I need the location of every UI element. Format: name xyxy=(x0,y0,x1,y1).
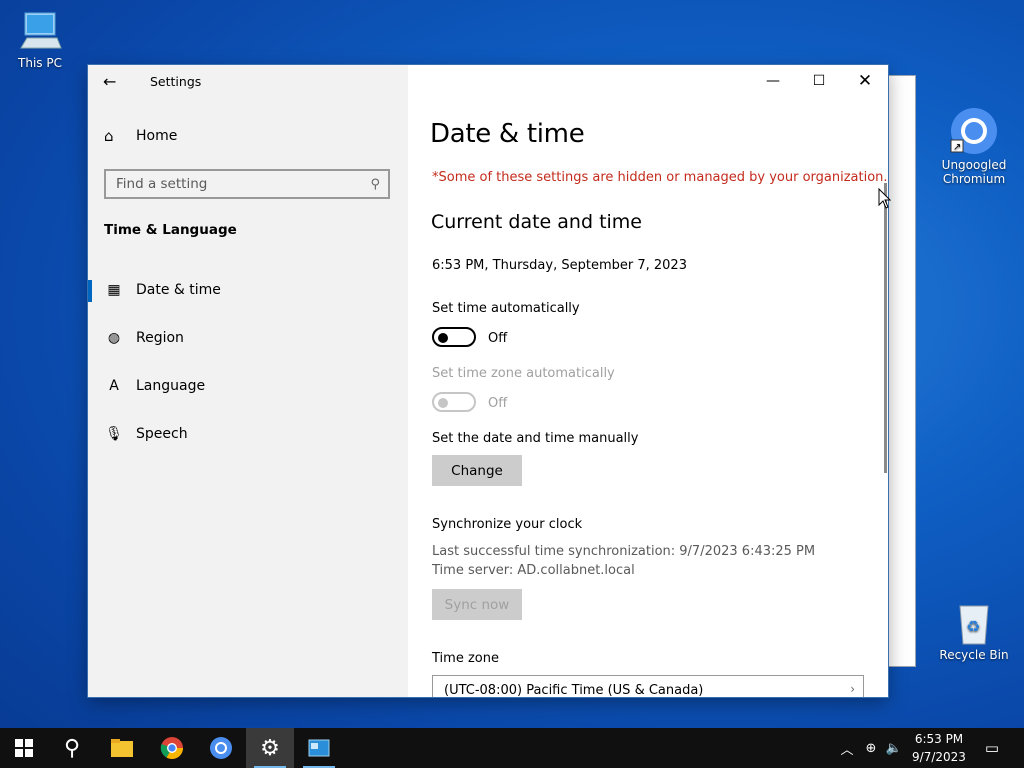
search-button[interactable]: ⚲ xyxy=(48,728,96,768)
set-zone-auto-state: Off xyxy=(488,396,508,411)
close-button[interactable]: ✕ xyxy=(842,65,888,97)
desktop-icon-label: Recycle Bin xyxy=(939,648,1009,662)
settings-taskbar-button[interactable]: ⚙ xyxy=(246,728,294,768)
managed-warning: *Some of these settings are hidden or ma… xyxy=(432,170,888,185)
sidebar-item-speech[interactable]: 🎙 Speech xyxy=(88,414,408,454)
computer-icon xyxy=(20,12,62,49)
desktop-icon-label: Ungoogled Chromium xyxy=(941,158,1007,186)
volume-muted-icon: 🔈 xyxy=(885,740,903,756)
sidebar-item-label: Region xyxy=(136,330,184,346)
set-time-auto-label: Set time automatically xyxy=(432,301,580,316)
sidebar-home[interactable]: ⌂ Home xyxy=(104,127,177,145)
globe-icon: ◍ xyxy=(107,330,121,346)
maximize-icon: ☐ xyxy=(812,73,826,89)
close-icon: ✕ xyxy=(857,71,873,91)
scrollbar[interactable] xyxy=(884,183,887,473)
show-hidden-icons-button[interactable]: ︿ xyxy=(838,728,856,768)
chromium-button[interactable] xyxy=(197,728,245,768)
sync-heading: Synchronize your clock xyxy=(432,517,583,532)
window-title: Settings xyxy=(150,74,202,89)
sidebar-item-label: Date & time xyxy=(136,282,221,298)
settings-window: ← Settings ⌂ Home Find a setting ⚲ Time … xyxy=(88,65,888,697)
clock-date: 9/7/2023 xyxy=(912,750,966,764)
network-button[interactable]: ⊕ xyxy=(862,728,880,768)
desktop-icon-this-pc[interactable]: This PC xyxy=(0,10,80,70)
language-icon: A xyxy=(109,378,119,394)
search-input[interactable]: Find a setting ⚲ xyxy=(104,169,390,199)
page-title: Date & time xyxy=(430,119,585,149)
set-zone-auto-toggle[interactable] xyxy=(432,392,476,412)
folder-icon xyxy=(111,739,133,757)
windows-logo-icon xyxy=(15,739,33,757)
file-explorer-button[interactable] xyxy=(98,728,146,768)
notification-icon: ▭ xyxy=(984,739,1000,757)
content-pane: Date & time *Some of these settings are … xyxy=(408,65,888,697)
current-datetime: 6:53 PM, Thursday, September 7, 2023 xyxy=(432,258,687,273)
sidebar-item-language[interactable]: A Language xyxy=(88,366,408,406)
app-taskbar-button[interactable] xyxy=(295,728,343,768)
svg-text:♻: ♻ xyxy=(966,617,980,636)
network-globe-icon: ⊕ xyxy=(865,740,877,756)
sidebar: ← Settings ⌂ Home Find a setting ⚲ Time … xyxy=(88,65,408,697)
chrome-icon xyxy=(160,737,183,759)
minimize-icon: — xyxy=(766,73,780,89)
minimize-button[interactable]: — xyxy=(750,65,796,97)
gear-icon: ⚙ xyxy=(260,735,280,761)
search-placeholder: Find a setting xyxy=(116,176,208,192)
timezone-select[interactable]: (UTC-08:00) Pacific Time (US & Canada) › xyxy=(432,675,864,697)
set-time-auto-toggle[interactable] xyxy=(432,327,476,347)
chevron-up-icon: ︿ xyxy=(840,742,854,758)
chromium-icon xyxy=(210,737,232,759)
calendar-clock-icon: ▦ xyxy=(107,282,121,298)
timezone-value: (UTC-08:00) Pacific Time (US & Canada) xyxy=(444,682,704,698)
sidebar-item-date-time[interactable]: ▦ Date & time xyxy=(88,270,408,310)
desktop-icon-label: This PC xyxy=(18,56,62,70)
change-button[interactable]: Change xyxy=(432,455,522,486)
chevron-down-icon: › xyxy=(850,682,855,696)
volume-button[interactable]: 🔈 xyxy=(884,728,904,768)
manual-label: Set the date and time manually xyxy=(432,431,639,446)
taskbar-clock[interactable]: 6:53 PM 9/7/2023 xyxy=(906,730,972,766)
sync-now-button[interactable]: Sync now xyxy=(432,589,522,620)
start-button[interactable] xyxy=(0,728,48,768)
desktop-icon-recycle-bin[interactable]: ♻ Recycle Bin xyxy=(934,602,1014,662)
chromium-icon: ↗ xyxy=(950,108,997,154)
desktop-icon-chromium[interactable]: ↗ Ungoogled Chromium xyxy=(934,106,1014,186)
sidebar-item-label: Language xyxy=(136,378,206,394)
sidebar-item-region[interactable]: ◍ Region xyxy=(88,318,408,358)
chrome-button[interactable] xyxy=(148,728,196,768)
time-server-text: Time server: AD.collabnet.local xyxy=(432,563,635,578)
app-window-icon xyxy=(308,739,330,757)
sidebar-item-label: Speech xyxy=(136,426,188,442)
search-icon: ⚲ xyxy=(63,735,81,761)
home-label: Home xyxy=(136,128,178,144)
home-icon: ⌂ xyxy=(104,127,114,145)
timezone-label: Time zone xyxy=(432,651,499,666)
last-sync-text: Last successful time synchronization: 9/… xyxy=(432,544,816,559)
section-title: Time & Language xyxy=(104,222,237,238)
search-icon: ⚲ xyxy=(370,176,380,192)
current-heading: Current date and time xyxy=(431,211,642,233)
clock-time: 6:53 PM xyxy=(914,732,964,746)
back-arrow-icon[interactable]: ← xyxy=(103,72,123,92)
maximize-button[interactable]: ☐ xyxy=(796,65,842,97)
recycle-bin-icon: ♻ xyxy=(959,605,989,645)
taskbar: ⚲ ⚙ ︿ ⊕ 🔈 6:53 PM 9/7/2023 ▭ xyxy=(0,728,1024,768)
set-time-auto-state: Off xyxy=(488,331,508,346)
set-zone-auto-label: Set time zone automatically xyxy=(432,366,615,381)
microphone-icon: 🎙 xyxy=(105,426,123,442)
svg-text:↗: ↗ xyxy=(953,142,961,153)
notifications-button[interactable]: ▭ xyxy=(980,728,1004,768)
mouse-cursor-icon xyxy=(878,188,892,209)
